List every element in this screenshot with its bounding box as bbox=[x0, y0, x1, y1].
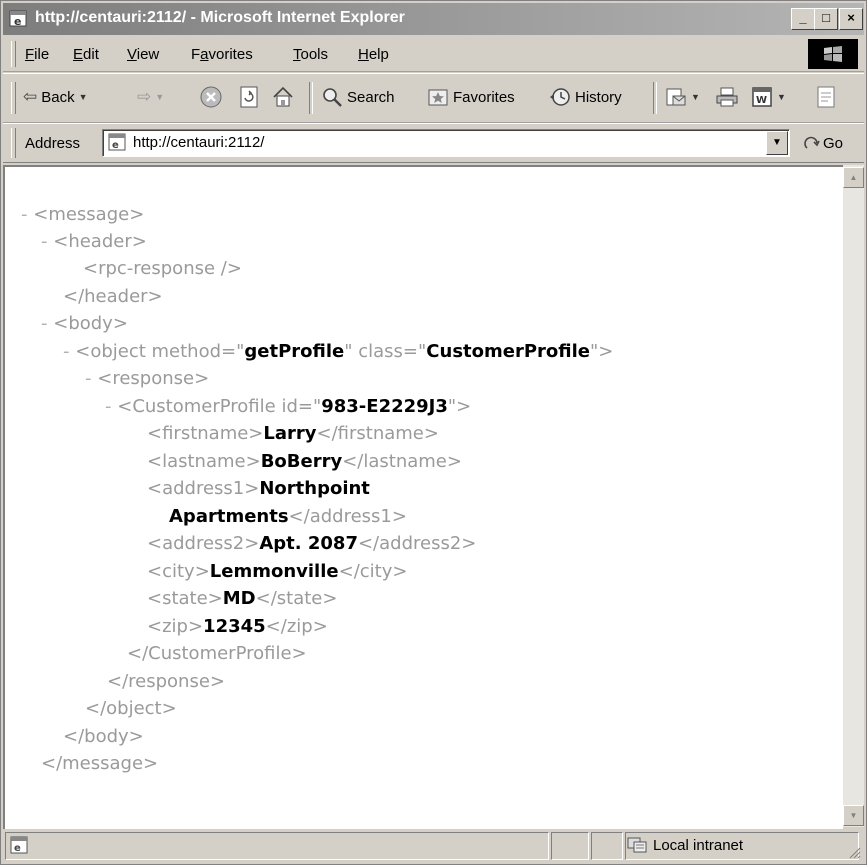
xml-line-customerprofile-close: </CustomerProfile> bbox=[127, 643, 307, 664]
menu-tools[interactable]: Tools bbox=[293, 46, 328, 63]
forward-arrow-icon: ⇨ bbox=[137, 87, 152, 106]
go-arrow-icon bbox=[804, 136, 820, 149]
vertical-scrollbar[interactable]: ▲ ▼ bbox=[843, 165, 864, 827]
security-zone: Local intranet bbox=[627, 836, 743, 854]
status-bar: e Local intranet bbox=[3, 829, 864, 862]
xml-line-body-close: </body> bbox=[63, 726, 144, 747]
collapse-toggle[interactable]: - bbox=[21, 204, 28, 225]
menu-file[interactable]: File bbox=[25, 46, 49, 63]
resize-grip-icon[interactable] bbox=[849, 847, 861, 859]
close-button[interactable]: × bbox=[839, 8, 863, 30]
collapse-toggle[interactable]: - bbox=[63, 341, 70, 362]
address-url: http://centauri:2112/ bbox=[133, 134, 265, 151]
xml-line-object-close: </object> bbox=[85, 698, 177, 719]
search-icon bbox=[323, 88, 342, 107]
xml-line-state: <state>MD</state> bbox=[147, 588, 338, 609]
chevron-down-icon[interactable]: ▼ bbox=[777, 92, 786, 102]
minimize-button[interactable]: _ bbox=[791, 8, 815, 30]
svg-text:W: W bbox=[756, 95, 767, 106]
refresh-icon[interactable] bbox=[237, 85, 261, 109]
chevron-down-icon[interactable]: ▼ bbox=[691, 92, 700, 102]
local-intranet-icon bbox=[627, 837, 647, 853]
xml-line-address1-cont: Apartments</address1> bbox=[169, 506, 407, 527]
browser-window: e http://centauri:2112/ - Microsoft Inte… bbox=[0, 0, 867, 865]
address-dropdown-button[interactable]: ▼ bbox=[766, 131, 788, 155]
menu-bar: File Edit View Favorites Tools Help bbox=[3, 37, 864, 72]
toolbar-grip[interactable] bbox=[11, 128, 16, 158]
address-bar: Address e http://centauri:2112/ ▼ Go bbox=[3, 123, 864, 163]
go-button[interactable]: Go bbox=[803, 134, 843, 152]
title-bar: e http://centauri:2112/ - Microsoft Inte… bbox=[3, 3, 864, 35]
xml-line-header-open: - <header> bbox=[41, 231, 147, 252]
xml-line-message-open: - <message> bbox=[21, 204, 145, 225]
toolbar-grip[interactable] bbox=[11, 41, 16, 67]
xml-line-city: <city>Lemmonville</city> bbox=[147, 561, 408, 582]
xml-line-address1: <address1>Northpoint bbox=[147, 478, 370, 499]
mail-button[interactable]: ▼ bbox=[665, 84, 700, 110]
history-icon bbox=[550, 88, 570, 106]
scroll-up-button[interactable]: ▲ bbox=[843, 167, 864, 188]
favorites-button[interactable]: Favorites bbox=[427, 84, 515, 110]
xml-line-response-open: - <response> bbox=[85, 368, 210, 389]
svg-text:e: e bbox=[14, 843, 21, 854]
collapse-toggle[interactable]: - bbox=[85, 368, 92, 389]
discuss-icon[interactable] bbox=[815, 85, 837, 109]
xml-line-customerprofile-open: - <CustomerProfile id="983-E2229J3"> bbox=[105, 396, 472, 417]
chevron-down-icon: ▼ bbox=[772, 137, 782, 148]
status-main-pane: e bbox=[5, 832, 549, 860]
search-button[interactable]: Search bbox=[321, 84, 395, 110]
stop-icon[interactable] bbox=[199, 85, 223, 109]
xml-line-message-close: </message> bbox=[41, 753, 159, 774]
history-button[interactable]: History bbox=[549, 84, 622, 110]
xml-line-body-open: - <body> bbox=[41, 313, 128, 334]
down-arrow-icon: ▼ bbox=[849, 811, 858, 820]
back-arrow-icon: ⇦ bbox=[23, 87, 38, 106]
chevron-down-icon[interactable]: ▼ bbox=[155, 92, 164, 102]
toolbar-separator bbox=[309, 82, 313, 114]
page-icon: e bbox=[108, 133, 126, 151]
status-pane bbox=[551, 832, 589, 860]
edit-word-button[interactable]: W ▼ bbox=[751, 84, 786, 110]
home-icon[interactable] bbox=[271, 85, 295, 109]
forward-button[interactable]: ⇨ ▼ bbox=[137, 84, 164, 110]
menu-favorites[interactable]: Favorites bbox=[191, 46, 253, 63]
xml-line-zip: <zip>12345</zip> bbox=[147, 616, 328, 637]
toolbar-grip[interactable] bbox=[11, 82, 16, 114]
xml-line-header-close: </header> bbox=[63, 286, 163, 307]
xml-line-object-open: - <object method="getProfile" class="Cus… bbox=[63, 341, 614, 362]
xml-line-firstname: <firstname>Larry</firstname> bbox=[147, 423, 439, 444]
window-title: http://centauri:2112/ - Microsoft Intern… bbox=[35, 9, 405, 26]
back-button[interactable]: ⇦ Back ▼ bbox=[23, 84, 88, 110]
address-label: Address bbox=[25, 135, 81, 152]
mail-icon bbox=[666, 88, 686, 106]
xml-line-response-close: </response> bbox=[107, 671, 225, 692]
address-input[interactable]: e http://centauri:2112/ ▼ bbox=[102, 129, 790, 157]
maximize-button[interactable]: □ bbox=[814, 8, 838, 30]
status-pane bbox=[591, 832, 623, 860]
xml-line-address2: <address2>Apt. 2087</address2> bbox=[147, 533, 477, 554]
collapse-toggle[interactable]: - bbox=[41, 231, 48, 252]
collapse-toggle[interactable]: - bbox=[105, 396, 112, 417]
favorites-star-icon bbox=[428, 89, 448, 106]
up-arrow-icon: ▲ bbox=[849, 173, 858, 182]
collapse-toggle[interactable]: - bbox=[41, 313, 48, 334]
windows-flag-icon bbox=[824, 46, 842, 62]
menu-edit[interactable]: Edit bbox=[73, 46, 99, 63]
menu-view[interactable]: View bbox=[127, 46, 159, 63]
svg-text:e: e bbox=[112, 140, 119, 151]
menu-help[interactable]: Help bbox=[358, 46, 389, 63]
print-icon[interactable] bbox=[715, 85, 739, 109]
word-edit-icon: W bbox=[752, 87, 772, 107]
svg-text:e: e bbox=[14, 15, 21, 28]
page-status-icon: e bbox=[10, 836, 28, 854]
page-content: - <message> - <header> <rpc-response /> … bbox=[3, 165, 843, 829]
xml-line-lastname: <lastname>BoBerry</lastname> bbox=[147, 451, 462, 472]
scroll-down-button[interactable]: ▼ bbox=[843, 805, 864, 826]
chevron-down-icon[interactable]: ▼ bbox=[79, 92, 88, 102]
xml-line-rpc-response: <rpc-response /> bbox=[83, 258, 242, 279]
ie-logo-icon: e bbox=[9, 10, 27, 28]
standard-toolbar: ⇦ Back ▼ ⇨ ▼ Search Favorites History ▼ … bbox=[3, 73, 864, 123]
toolbar-separator bbox=[653, 82, 657, 114]
windows-logo-throbber bbox=[808, 39, 858, 69]
